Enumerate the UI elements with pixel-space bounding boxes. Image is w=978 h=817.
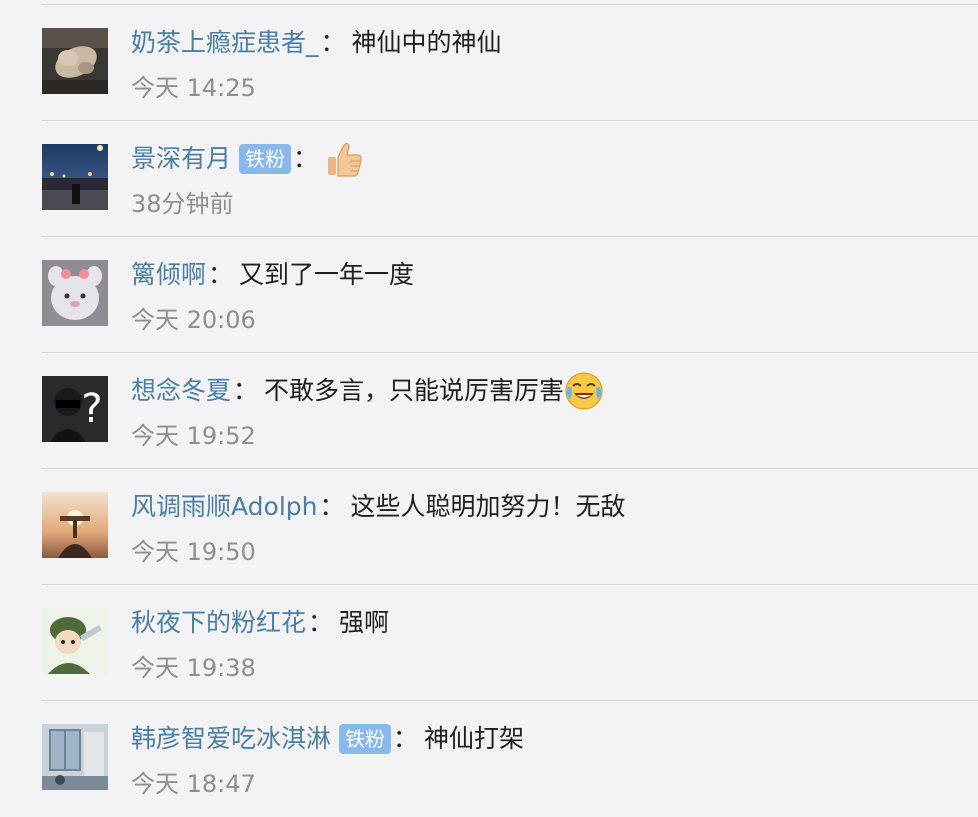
laughing-crying-icon (564, 371, 604, 411)
comment-item: 奶茶上瘾症患者_ ： 神仙中的神仙 今天 14:25 (0, 5, 978, 121)
comment-text: 神仙打架 (424, 724, 525, 753)
username-link[interactable]: 奶茶上瘾症患者_ (131, 23, 319, 63)
username-link[interactable]: 想念冬夏 (131, 371, 231, 411)
comment-item: 秋夜下的粉红花 ： 强啊 今天 19:38 (0, 585, 978, 701)
thumbs-up-icon (324, 139, 364, 179)
comment-item: 韩彦智爱吃冰淇淋 铁粉 ： 神仙打架 今天 18:47 (0, 701, 978, 817)
colon-separator: ： (293, 144, 319, 173)
comment-item: 景深有月 铁粉 ： 38分钟前 (0, 121, 978, 237)
comment-line: 篱倾啊 ： 又到了一年一度 (131, 255, 414, 295)
question-mark-person-avatar-icon[interactable]: ? (42, 376, 108, 442)
colon-separator: ： (308, 608, 334, 637)
night-street-avatar-icon[interactable] (42, 144, 108, 210)
comment-item: ? 想念冬夏 ： 不敢多言，只能说厉害厉害 今天 19:52 (0, 353, 978, 469)
comment-time: 今天 19:52 (131, 422, 256, 450)
comment-time: 38分钟前 (131, 190, 234, 218)
username-link[interactable]: 风调雨顺Adolph (131, 487, 318, 527)
comment-text: 神仙中的神仙 (351, 28, 502, 57)
colon-separator: ： (393, 724, 419, 753)
comment-line: 奶茶上瘾症患者_ ： 神仙中的神仙 (131, 23, 502, 63)
comment-line: 风调雨顺Adolph ： 这些人聪明加努力！无敌 (131, 487, 626, 527)
colon-separator: ： (320, 28, 346, 57)
sunset-tree-avatar-icon[interactable] (42, 492, 108, 558)
comment-item: 风调雨顺Adolph ： 这些人聪明加努力！无敌 今天 19:50 (0, 469, 978, 585)
colon-separator: ： (208, 260, 234, 289)
comment-line: 秋夜下的粉红花 ： 强啊 (131, 603, 389, 643)
window-room-avatar-icon[interactable] (42, 724, 108, 790)
username-link[interactable]: 景深有月 (131, 139, 231, 179)
plush-toy-avatar-icon[interactable] (42, 260, 108, 326)
comment-time: 今天 20:06 (131, 306, 256, 334)
comment-text: 强啊 (339, 608, 390, 637)
comment-text: 不敢多言，只能说厉害厉害 (264, 376, 565, 405)
cat-avatar-icon[interactable] (42, 28, 108, 94)
comment-text: 这些人聪明加努力！无敌 (350, 492, 626, 521)
fan-badge: 铁粉 (239, 144, 292, 174)
comment-item: 篱倾啊 ： 又到了一年一度 今天 20:06 (0, 237, 978, 353)
comment-text: 又到了一年一度 (239, 260, 415, 289)
comment-line: 景深有月 铁粉 ： (131, 139, 364, 179)
fan-badge: 铁粉 (339, 724, 392, 754)
soldier-cartoon-avatar-icon[interactable] (42, 608, 108, 674)
username-link[interactable]: 篱倾啊 (131, 255, 206, 295)
comment-line: 韩彦智爱吃冰淇淋 铁粉 ： 神仙打架 (131, 719, 524, 759)
svg-text:?: ? (81, 386, 102, 432)
username-link[interactable]: 秋夜下的粉红花 (131, 603, 306, 643)
comment-time: 今天 19:38 (131, 654, 256, 682)
colon-separator: ： (233, 376, 259, 405)
comment-time: 今天 14:25 (131, 74, 256, 102)
colon-separator: ： (319, 492, 345, 521)
comment-line: 想念冬夏 ： 不敢多言，只能说厉害厉害 (131, 371, 604, 411)
username-link[interactable]: 韩彦智爱吃冰淇淋 (131, 719, 331, 759)
comment-time: 今天 18:47 (131, 770, 256, 798)
comment-time: 今天 19:50 (131, 538, 256, 566)
